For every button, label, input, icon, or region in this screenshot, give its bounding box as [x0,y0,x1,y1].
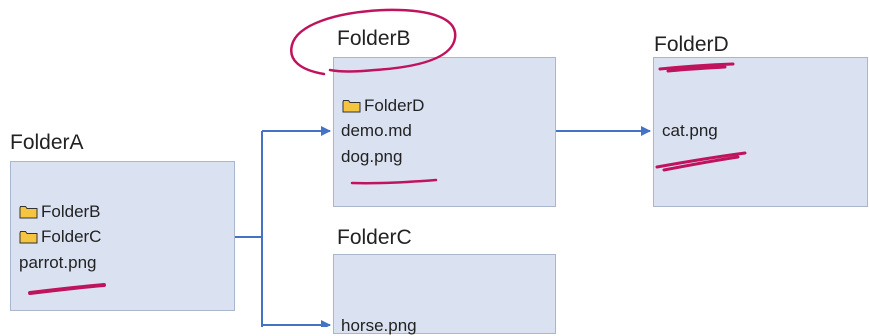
scribble-cat [655,151,747,172]
connector-a-to-children [235,131,263,327]
circle-annotation [290,8,457,76]
underline-dog [350,178,438,185]
scribble-folder-d [658,62,735,73]
underline-parrot [28,283,106,295]
handwritten-annotations [28,8,747,295]
diagram-overlay [28,8,747,327]
